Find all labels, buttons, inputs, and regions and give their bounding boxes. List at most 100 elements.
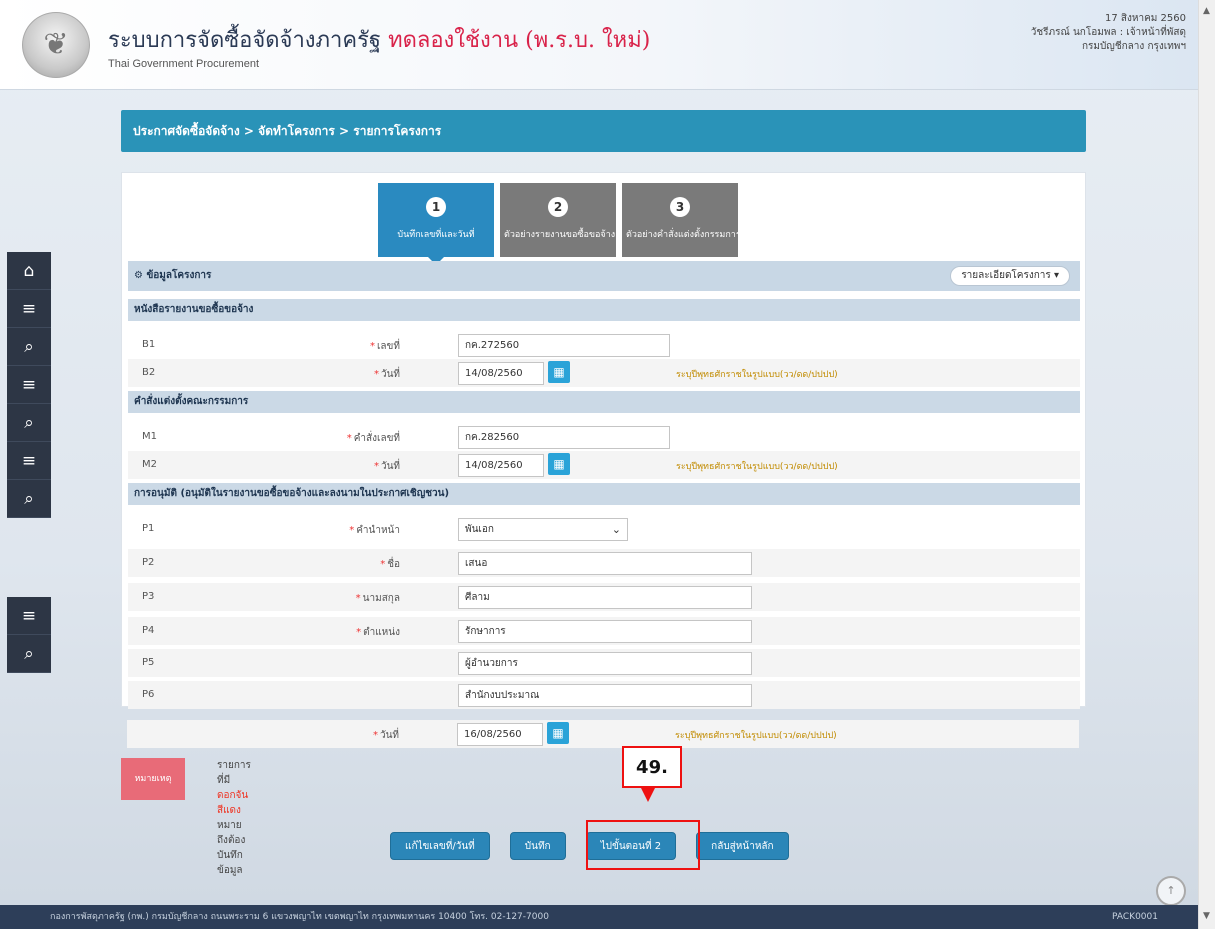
step-number: 2 [548, 197, 568, 217]
row-b1: B1 * เลขที่ กค.272560 [128, 331, 1080, 359]
home-icon[interactable]: ⌂ [7, 252, 51, 290]
field-label: * คำสั่งเลขที่ [346, 433, 400, 444]
field-label: * วันที่ [373, 461, 400, 472]
agency-input[interactable]: สำนักงบประมาณ [458, 684, 752, 707]
row-p4: P4 * ตำแหน่ง รักษาการ [128, 617, 1080, 645]
user-name: วัชรีภรณ์ นกโอมพล : เจ้าหน้าที่พัสดุ [1030, 27, 1186, 38]
current-date: 17 สิงหาคม 2560 [1104, 13, 1186, 24]
step-3[interactable]: 3 ตัวอย่างคำสั่งแต่งตั้งกรรมการ [622, 183, 738, 257]
footer-address: กองการพัสดุภาครัฐ (กพ.) กรมบัญชีกลาง ถนน… [50, 912, 549, 922]
row-p2: P2 * ชื่อ เสนอ [128, 549, 1080, 577]
field-label: * เลขที่ [370, 341, 400, 352]
position-line2-input[interactable]: ผู้อำนวยการ [458, 652, 752, 675]
app-subtitle: Thai Government Procurement [108, 58, 260, 70]
field-label: * วันที่ [372, 730, 399, 741]
field-label: * ตำแหน่ง [356, 627, 400, 638]
order-number-input[interactable]: กค.282560 [458, 426, 670, 449]
field-code: B2 [142, 367, 156, 378]
field-code: M1 [142, 431, 157, 442]
first-name-input[interactable]: เสนอ [458, 552, 752, 575]
field-code: P5 [142, 657, 155, 668]
title-select-value: พันเอก [465, 524, 494, 535]
row-b2: B2 * วันที่ 14/08/2560 ▦ ระบุปีพุทธศักราช… [128, 359, 1080, 387]
step-1[interactable]: 1 บันทึกเลขที่และวันที่ [378, 183, 494, 265]
row-p1: P1 * คำนำหน้า พันเอก ⌄ [128, 515, 1080, 543]
section-approval: การอนุมัติ (อนุมัติในรายงานขอซื้อขอจ้างแ… [128, 483, 1080, 505]
search-icon[interactable]: ⌕ [7, 328, 51, 366]
field-label: * นามสกุล [355, 593, 400, 604]
report-number-input[interactable]: กค.272560 [458, 334, 670, 357]
calendar-icon[interactable]: ▦ [547, 722, 569, 744]
footer-code: PACK0001 [1112, 912, 1158, 922]
field-label: * วันที่ [373, 369, 400, 380]
step-2[interactable]: 2 ตัวอย่างรายงานขอซื้อขอจ้าง [500, 183, 616, 257]
project-info-bar: ⚙ ข้อมูลโครงการ รายละเอียดโครงการ ▾ [128, 261, 1080, 291]
scroll-down-icon[interactable]: ▼ [1203, 911, 1210, 921]
chevron-down-icon: ⌄ [611, 523, 621, 536]
field-label: * คำนำหน้า [349, 525, 400, 536]
callout-pointer [640, 786, 656, 802]
next-step-highlight [586, 820, 700, 870]
row-p5: P5 ผู้อำนวยการ [128, 649, 1080, 677]
approval-date-input[interactable]: 16/08/2560 [457, 723, 543, 746]
garuda-logo: ❦ [22, 12, 90, 78]
order-date-input[interactable]: 14/08/2560 [458, 454, 544, 477]
step-number: 3 [670, 197, 690, 217]
note-tag: หมายเหตุ [121, 758, 185, 800]
title-select[interactable]: พันเอก ⌄ [458, 518, 628, 541]
search-icon[interactable]: ⌕ [7, 635, 51, 673]
breadcrumb: ประกาศจัดซื้อจัดจ้าง > จัดทำโครงการ > รา… [121, 110, 1086, 152]
row-m1: M1 * คำสั่งเลขที่ กค.282560 [128, 423, 1080, 451]
app-title: ระบบการจัดซื้อจัดจ้างภาครัฐ ทดลองใช้งาน … [108, 22, 650, 57]
scroll-top-icon[interactable]: ↑ [1156, 876, 1186, 906]
row-approval-date: * วันที่ 16/08/2560 ▦ ระบุปีพุทธศักราชในร… [127, 720, 1079, 748]
row-p3: P3 * นามสกุล ศีลาม [128, 583, 1080, 611]
menu-icon[interactable]: ≡ [7, 442, 51, 480]
field-label: * ชื่อ [380, 559, 400, 570]
search-icon[interactable]: ⌕ [7, 404, 51, 442]
scroll-up-icon[interactable]: ▲ [1203, 6, 1210, 16]
menu-icon[interactable]: ≡ [7, 597, 51, 635]
user-info: 17 สิงหาคม 2560 วัชรีภรณ์ นกโอมพล : เจ้า… [1031, 12, 1186, 54]
step-label: ตัวอย่างคำสั่งแต่งตั้งกรรมการ [626, 230, 738, 240]
app-header: ❦ ระบบการจัดซื้อจัดจ้างภาครัฐ ทดลองใช้งา… [0, 0, 1198, 90]
back-home-button[interactable]: กลับสู่หน้าหลัก [696, 832, 789, 860]
window-scrollbar[interactable]: ▲ ▼ [1198, 0, 1215, 929]
calendar-icon[interactable]: ▦ [548, 361, 570, 383]
section-report: หนังสือรายงานขอซื้อขอจ้าง [128, 299, 1080, 321]
project-details-menu[interactable]: รายละเอียดโครงการ ▾ [950, 266, 1070, 286]
date-format-hint: ระบุปีพุทธศักราชในรูปแบบ(วว/ดด/ปปปป) [675, 731, 837, 741]
app-title-main: ระบบการจัดซื้อจัดจ้างภาครัฐ [108, 28, 382, 53]
date-format-hint: ระบุปีพุทธศักราชในรูปแบบ(วว/ดด/ปปปป) [676, 462, 838, 472]
menu-icon[interactable]: ≡ [7, 366, 51, 404]
step-wizard: 1 บันทึกเลขที่และวันที่ 2 ตัวอย่างรายงาน… [378, 183, 738, 265]
field-code: P2 [142, 557, 155, 568]
sliders-icon: ⚙ [134, 270, 143, 281]
app-title-trial: ทดลองใช้งาน (พ.ร.บ. ใหม่) [388, 28, 651, 53]
calendar-icon[interactable]: ▦ [548, 453, 570, 475]
field-code: P3 [142, 591, 155, 602]
step-callout: 49. [622, 746, 682, 788]
report-date-input[interactable]: 14/08/2560 [458, 362, 544, 385]
save-button[interactable]: บันทึก [509, 832, 566, 860]
section-committee: คำสั่งแต่งตั้งคณะกรรมการ [128, 391, 1080, 413]
project-info-title: ข้อมูลโครงการ [146, 270, 212, 281]
step-label: บันทึกเลขที่และวันที่ [397, 230, 475, 240]
note-text: รายการที่มี ดอกจันสีแดง หมายถึงต้องบันทึ… [217, 760, 251, 876]
step-number: 1 [426, 197, 446, 217]
step-label: ตัวอย่างรายงานขอซื้อขอจ้าง [504, 230, 616, 240]
field-code: P4 [142, 625, 155, 636]
user-department: กรมบัญชีกลาง กรุงเทพฯ [1081, 41, 1186, 52]
field-code: M2 [142, 459, 157, 470]
menu-icon[interactable]: ≡ [7, 290, 51, 328]
last-name-input[interactable]: ศีลาม [458, 586, 752, 609]
edit-number-date-button[interactable]: แก้ไขเลขที่/วันที่ [390, 832, 490, 860]
project-panel: 1 บันทึกเลขที่และวันที่ 2 ตัวอย่างรายงาน… [121, 172, 1086, 709]
side-dock-bottom: ≡ ⌕ [7, 597, 51, 673]
row-m2: M2 * วันที่ 14/08/2560 ▦ ระบุปีพุทธศักราช… [128, 451, 1080, 479]
side-dock-top: ⌂ ≡ ⌕ ≡ ⌕ ≡ ⌕ [7, 252, 51, 518]
field-code: B1 [142, 339, 156, 350]
field-code: P1 [142, 523, 155, 534]
position-input[interactable]: รักษาการ [458, 620, 752, 643]
search-icon[interactable]: ⌕ [7, 480, 51, 518]
